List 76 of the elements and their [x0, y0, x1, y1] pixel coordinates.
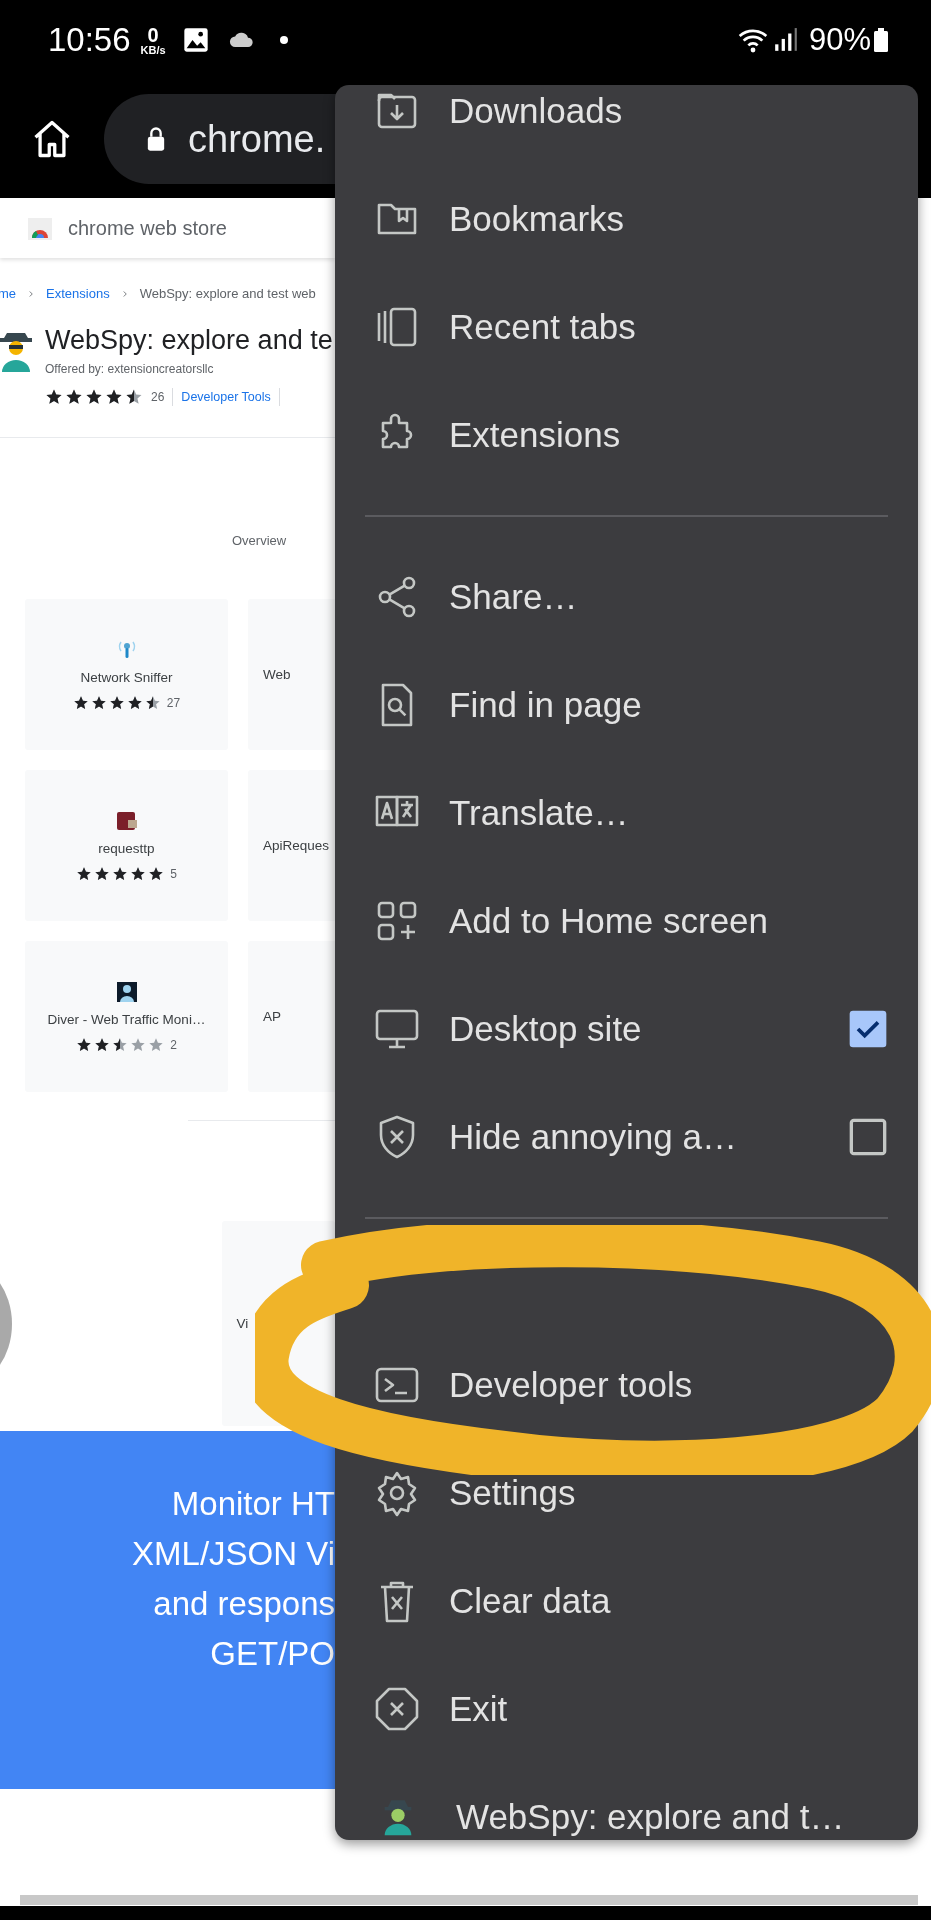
banner-text: Monitor HT — [171, 1484, 335, 1525]
extension-name: requesttp — [98, 839, 155, 858]
extension-name: ApiReques — [263, 836, 330, 855]
overview-tab[interactable]: Overview — [232, 530, 287, 551]
menu-item[interactable]: Find in page — [335, 651, 918, 759]
menu-item[interactable]: Translate… — [335, 759, 918, 867]
speed-value: 0 — [147, 24, 159, 45]
banner-text: GET/PO — [210, 1634, 335, 1675]
star-icon — [126, 694, 143, 711]
star-icon — [130, 865, 147, 882]
menu-item[interactable]: Bookmarks — [335, 165, 918, 273]
rating-count: 26 — [151, 389, 165, 407]
menu-item[interactable]: Exit — [335, 1655, 918, 1763]
star-icon — [112, 865, 129, 882]
related-card[interactable]: ApiReques — [248, 770, 335, 922]
star-icon — [76, 865, 93, 882]
signal-icon — [772, 26, 799, 54]
star-icon — [90, 694, 107, 711]
star-icon — [105, 388, 123, 407]
star-icon — [112, 1036, 129, 1053]
battery-level: 90% — [808, 20, 871, 59]
speed-unit: KB/s — [140, 44, 166, 56]
extension-name: AP — [263, 1007, 281, 1026]
star-icon — [94, 865, 111, 882]
publisher-text: Offered by: extensioncreatorsllc — [45, 360, 215, 378]
menu-item[interactable]: Desktop site — [335, 975, 918, 1083]
related-card[interactable]: Web — [248, 599, 335, 751]
rating-count: 27 — [166, 694, 181, 712]
star-icon — [94, 1036, 111, 1053]
menu-item[interactable]: Extensions — [335, 381, 918, 489]
menu-item[interactable]: Downloads — [335, 85, 918, 165]
star-icon — [148, 865, 165, 882]
menu-item[interactable]: Hide annoying a… — [335, 1083, 918, 1191]
star-icon — [130, 1036, 147, 1053]
menu-item[interactable]: Share… — [335, 543, 918, 651]
extension-name: Network Sniffer — [80, 668, 173, 687]
image-icon — [181, 26, 210, 54]
star-icon — [148, 1036, 165, 1053]
related-card[interactable]: Network Sniffer 27 — [25, 599, 228, 751]
rating-count: 2 — [170, 1036, 177, 1054]
related-card[interactable]: Diver - Web Traffic Moni… 2 — [25, 941, 228, 1093]
banner-text: and respons — [153, 1584, 335, 1625]
star-icon — [45, 388, 63, 407]
menu-item[interactable]: WebSpy: explore and t… — [335, 1763, 918, 1840]
url-text: chrome. — [188, 116, 326, 162]
star-icon — [76, 1036, 93, 1053]
menu-item[interactable]: Developer tools — [335, 1331, 918, 1439]
star-icon — [144, 694, 161, 711]
star-icon — [65, 388, 83, 407]
breadcrumb-link[interactable]: Extensions — [46, 284, 110, 304]
star-icon — [125, 388, 143, 407]
extension-name: Web — [263, 665, 291, 684]
menu-item[interactable]: Recent tabs — [335, 273, 918, 381]
menu-item[interactable]: Settings — [335, 1439, 918, 1547]
menu-item[interactable]: Clear data — [335, 1547, 918, 1655]
extension-title: WebSpy: explore and te — [45, 323, 333, 356]
extension-name: Vi — [236, 1314, 249, 1333]
close-octagon-icon — [373, 1685, 421, 1733]
related-card[interactable]: requesttp 5 — [25, 770, 228, 922]
checkbox[interactable] — [848, 1009, 888, 1049]
extension-icon — [114, 979, 139, 1004]
star-icon — [108, 694, 125, 711]
menu-item[interactable]: Add to Home screen — [335, 867, 918, 975]
dot-icon — [279, 36, 288, 44]
breadcrumb-link[interactable]: WebSpy: explore and test web — [139, 284, 316, 304]
checkbox[interactable] — [848, 1117, 888, 1157]
rating-count: 5 — [170, 865, 177, 883]
banner-text: XML/JSON Vi — [132, 1534, 335, 1575]
category-link[interactable]: Developer Tools — [181, 387, 271, 407]
star-icon — [72, 694, 89, 711]
battery-icon — [871, 27, 891, 53]
store-name[interactable]: chrome web store — [68, 213, 227, 243]
related-card[interactable]: AP — [248, 941, 335, 1093]
star-icon — [85, 388, 103, 407]
clock: 10:56 — [48, 20, 131, 61]
extension-name: Diver - Web Traffic Moni… — [47, 1010, 206, 1029]
